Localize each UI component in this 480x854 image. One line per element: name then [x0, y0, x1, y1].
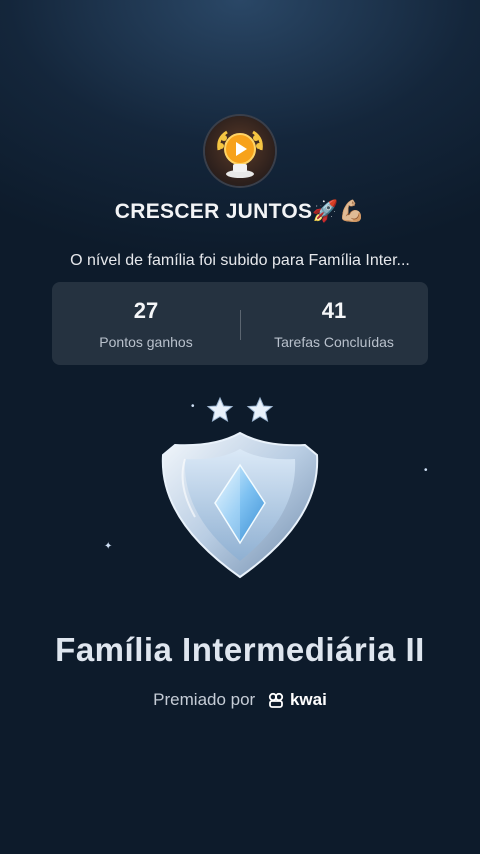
stats-card: 27 Pontos ganhos 41 Tarefas Concluídas: [52, 282, 428, 365]
stat-points: 27 Pontos ganhos: [52, 282, 240, 350]
sparkle-icon: •: [191, 401, 195, 412]
kwai-logo-icon: [268, 692, 284, 708]
awarded-brand: kwai: [289, 690, 327, 709]
sparkle-icon: ✦: [104, 541, 113, 552]
points-label: Pontos ganhos: [99, 334, 193, 350]
awarded-by: Premiado por kwai: [0, 690, 480, 710]
avatar: [205, 116, 275, 186]
rank-title: Família Intermediária II: [55, 631, 425, 668]
sparkle-icon: •: [424, 465, 428, 476]
silver-shield-crystal-icon: [161, 431, 319, 579]
rank-stars: [206, 396, 274, 423]
star-icon: [246, 396, 274, 423]
stat-tasks: 41 Tarefas Concluídas: [240, 282, 428, 350]
star-icon: [206, 396, 234, 423]
tasks-label: Tarefas Concluídas: [274, 334, 394, 350]
awarded-prefix: Premiado por: [153, 690, 256, 709]
level-up-message: O nível de família foi subido para Famíl…: [70, 252, 410, 269]
group-title: CRESCER JUNTOS🚀💪🏼: [114, 200, 366, 223]
play-trophy-icon: [217, 130, 263, 178]
points-value: 27: [133, 298, 159, 323]
tasks-value: 41: [321, 298, 347, 323]
